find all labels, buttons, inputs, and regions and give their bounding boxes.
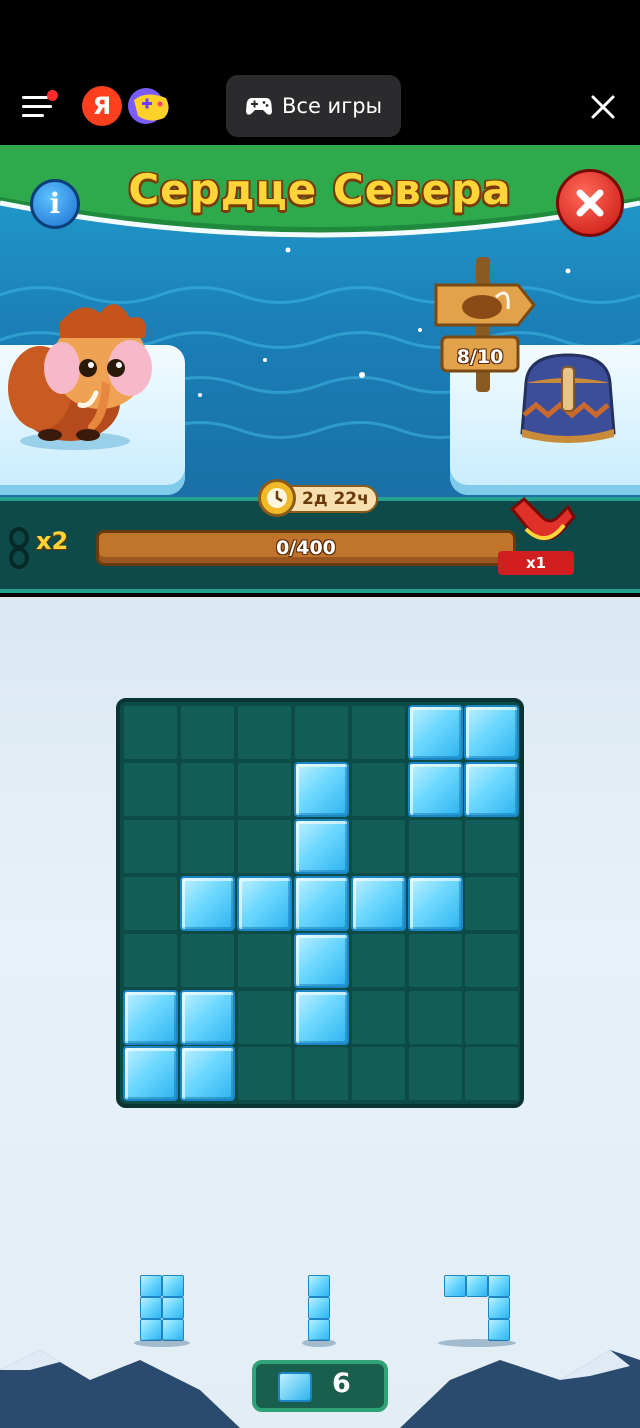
board-cell[interactable]	[465, 876, 519, 930]
board-cell[interactable]	[465, 1047, 519, 1101]
all-games-button[interactable]: Все игры	[226, 75, 401, 137]
yandex-logo-icon[interactable]: Я	[82, 86, 122, 126]
board-cell[interactable]	[237, 819, 291, 873]
ice-block	[236, 875, 292, 931]
clock-icon	[258, 479, 296, 517]
magnet-booster[interactable]: x1	[498, 495, 576, 577]
board-cell[interactable]	[237, 1047, 291, 1101]
score-progress-text: 0/400	[276, 537, 336, 559]
board-cell[interactable]	[124, 762, 177, 816]
ice-block	[293, 818, 349, 874]
event-timer-text: 2д 22ч	[302, 489, 369, 509]
ice-block	[293, 989, 349, 1045]
piece-block	[444, 1275, 466, 1297]
piece-block	[308, 1297, 330, 1319]
board-cell[interactable]	[124, 876, 177, 930]
ice-block	[464, 761, 520, 817]
chain-icon	[9, 527, 29, 569]
reward-chest-icon[interactable]	[518, 345, 618, 445]
ice-block	[407, 705, 463, 760]
board-cell[interactable]	[408, 1047, 462, 1101]
baby-mammoth-character	[8, 304, 152, 450]
event-progress-counter: 8/10	[456, 346, 504, 368]
ice-block	[350, 875, 406, 931]
close-icon	[576, 189, 604, 217]
board-cell[interactable]	[408, 933, 462, 987]
board-cell[interactable]	[351, 990, 405, 1044]
ice-block	[123, 989, 178, 1045]
board-cell[interactable]	[124, 933, 177, 987]
menu-icon[interactable]	[22, 90, 58, 122]
board-cell[interactable]	[180, 933, 234, 987]
ice-block	[123, 1046, 178, 1102]
magnet-count: x1	[498, 551, 574, 575]
board-cell[interactable]	[465, 933, 519, 987]
board-cell[interactable]	[351, 933, 405, 987]
board-cell[interactable]	[294, 1047, 348, 1101]
ice-block	[407, 761, 463, 817]
board-cell[interactable]	[124, 706, 177, 759]
close-game-button[interactable]	[556, 169, 624, 237]
board-cell[interactable]	[237, 762, 291, 816]
board-cell[interactable]	[465, 819, 519, 873]
board-cell[interactable]	[180, 762, 234, 816]
event-timer: 2д 22ч	[258, 479, 380, 519]
ice-block	[293, 761, 349, 817]
board-cell[interactable]	[351, 762, 405, 816]
ice-block	[293, 875, 349, 931]
close-icon[interactable]	[590, 94, 616, 120]
moves-counter: 6	[252, 1360, 388, 1412]
magnet-icon	[509, 496, 576, 541]
app-top-bar: Я Все игры	[0, 0, 640, 145]
board-cell[interactable]	[180, 819, 234, 873]
ice-block	[464, 705, 520, 760]
moves-counter-value: 6	[332, 1368, 351, 1399]
board-cell[interactable]	[237, 706, 291, 759]
piece-block	[140, 1297, 162, 1319]
info-button[interactable]: i	[30, 179, 80, 229]
piece-block	[162, 1275, 184, 1297]
game-board[interactable]	[116, 698, 524, 1108]
board-cell[interactable]	[351, 819, 405, 873]
piece-block	[308, 1275, 330, 1297]
ice-block-icon	[278, 1372, 312, 1402]
ice-block	[179, 875, 235, 931]
board-cell[interactable]	[237, 990, 291, 1044]
board-cell[interactable]	[124, 819, 177, 873]
all-games-label: Все игры	[282, 94, 383, 118]
board-cell[interactable]	[408, 819, 462, 873]
event-title: Сердце Севера	[128, 165, 512, 214]
ice-block	[407, 875, 463, 931]
ice-block	[179, 989, 235, 1045]
board-cell[interactable]	[237, 933, 291, 987]
board-cell[interactable]	[351, 706, 405, 759]
piece-block	[140, 1275, 162, 1297]
board-cell[interactable]	[408, 990, 462, 1044]
piece-block	[162, 1297, 184, 1319]
board-cell[interactable]	[180, 706, 234, 759]
ice-block	[293, 932, 349, 988]
score-progress-bar: 0/400	[96, 530, 516, 566]
board-cell[interactable]	[294, 706, 348, 759]
board-cell[interactable]	[465, 990, 519, 1044]
board-cell[interactable]	[351, 1047, 405, 1101]
yandex-games-logo-icon[interactable]	[124, 86, 174, 126]
gamepad-icon	[246, 98, 272, 115]
score-multiplier: x2	[36, 527, 69, 555]
piece-block	[488, 1275, 510, 1297]
notification-dot	[47, 90, 58, 101]
piece-block	[488, 1297, 510, 1319]
piece-block	[466, 1275, 488, 1297]
ice-block	[179, 1046, 235, 1102]
